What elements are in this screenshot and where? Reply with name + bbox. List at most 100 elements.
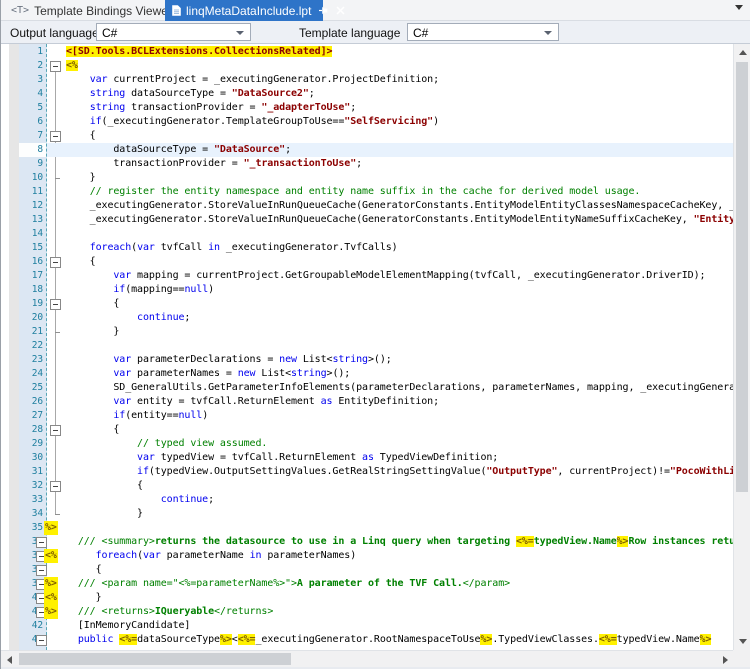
- scroll-left-icon[interactable]: [7, 656, 12, 664]
- code-line: 29 // typed view assumed.: [1, 437, 750, 451]
- template-bindings-icon: <T>: [11, 5, 30, 16]
- code-line: 25 SD_GeneralUtils.GetParameterInfoEleme…: [1, 381, 750, 395]
- code-editor[interactable]: 1 <[SD.Tools.BCLExtensions.CollectionsRel…: [1, 44, 750, 650]
- code-line: 6 if(_executingGenerator.TemplateGroupTo…: [1, 115, 750, 129]
- code-text: {: [66, 480, 143, 491]
- code-text: _executingGenerator.StoreValueInRunQueue…: [66, 214, 750, 225]
- line-number: 23: [31, 354, 43, 365]
- fold-toggle-icon[interactable]: [50, 61, 61, 72]
- fold-toggle-icon[interactable]: [50, 481, 61, 492]
- line-number: 20: [31, 312, 43, 323]
- fold-toggle-icon[interactable]: [36, 537, 47, 548]
- code-text: }: [66, 592, 102, 603]
- tab-label: linqMetaDataInclude.lpt: [186, 3, 312, 18]
- code-line: 5 string transactionProvider = "_adapter…: [1, 101, 750, 115]
- code-text: // typed view assumed.: [137, 438, 268, 449]
- code-line: 40<% }: [1, 591, 750, 605]
- code-line: 24 var parameterNames = new List<string>…: [1, 367, 750, 381]
- fold-toggle-icon[interactable]: [50, 131, 61, 142]
- output-language-select[interactable]: C#: [96, 23, 251, 41]
- code-line: 7 {: [1, 129, 750, 143]
- code-line: 36 /// <summary>returns the datasource t…: [1, 535, 750, 549]
- code-text: /// <param name="<%=parameterName%>">A p…: [77, 578, 511, 589]
- code-text: dataSourceType = "DataSource";: [66, 144, 291, 155]
- code-text: if(entity==null): [113, 410, 209, 421]
- code-text: if(typedView.OutputSettingValues.GetReal…: [137, 466, 747, 477]
- code-text: }: [66, 326, 120, 337]
- vertical-scrollbar-thumb[interactable]: [736, 62, 748, 492]
- code-line: 35 %>: [1, 521, 750, 535]
- fold-end-marker: [55, 332, 60, 333]
- tab-bar: <T> Template Bindings Viewer linqMetaDat…: [1, 0, 750, 21]
- line-number: 6: [37, 116, 43, 127]
- tab-overflow-dropdown-icon[interactable]: [735, 5, 743, 10]
- tab-label: Template Bindings Viewer: [34, 3, 172, 18]
- template-delimiter: %>: [44, 521, 58, 535]
- code-line: 43 public <%=dataSourceType%><<%=_execut…: [1, 633, 750, 647]
- code-line: 22: [1, 339, 750, 353]
- fold-toggle-icon[interactable]: [50, 257, 61, 268]
- template-delimiter: <%: [44, 549, 58, 563]
- horizontal-scrollbar-thumb[interactable]: [19, 653, 291, 665]
- line-number: 14: [31, 228, 43, 239]
- fold-toggle-icon[interactable]: [36, 565, 47, 576]
- code-text: foreach(var tvfCall in _executingGenerat…: [89, 242, 398, 253]
- code-text: /// <returns>IQueryable</returns>: [77, 606, 274, 617]
- scroll-right-icon[interactable]: [723, 656, 728, 664]
- code-line: 42 [InMemoryCandidate]: [1, 619, 750, 633]
- document-icon: [172, 5, 181, 16]
- line-number: 25: [31, 382, 43, 393]
- code-line: 17 var mapping = currentProject.GetGroup…: [1, 269, 750, 283]
- code-text: public <%=dataSourceType%><<%=_executing…: [77, 634, 712, 645]
- line-number: 9: [37, 158, 43, 169]
- code-text: foreach(var parameterName in parameterNa…: [95, 550, 357, 561]
- output-language-value: C#: [102, 26, 118, 40]
- code-text: var currentProject = _executingGenerator…: [89, 74, 440, 85]
- line-number: 29: [31, 438, 43, 449]
- template-language-select[interactable]: C#: [407, 23, 559, 41]
- code-line: 34 }: [1, 507, 750, 521]
- code-line: 30 var typedView = tvfCall.ReturnElement…: [1, 451, 750, 465]
- template-delimiter: %>: [44, 577, 58, 591]
- code-line: 8 dataSourceType = "DataSource";: [1, 143, 750, 157]
- code-line: 14: [1, 227, 750, 241]
- line-number: 33: [31, 494, 43, 505]
- code-text: transactionProvider = "_transactionToUse…: [66, 158, 363, 169]
- scroll-up-icon[interactable]: [739, 50, 747, 55]
- horizontal-scrollbar[interactable]: [1, 650, 734, 667]
- code-text: /// <summary>returns the datasource to u…: [77, 536, 750, 547]
- code-text: }: [66, 508, 143, 519]
- tab-template-bindings-viewer[interactable]: <T> Template Bindings Viewer: [3, 0, 172, 21]
- line-number: 13: [31, 214, 43, 225]
- pin-icon[interactable]: [318, 5, 329, 16]
- line-number: 34: [31, 508, 43, 519]
- fold-toggle-icon[interactable]: [50, 425, 61, 436]
- scroll-down-icon[interactable]: [739, 639, 747, 644]
- line-number: 4: [37, 88, 43, 99]
- line-number: 18: [31, 284, 43, 295]
- line-number: 3: [37, 74, 43, 85]
- line-number: 31: [31, 466, 43, 477]
- code-text: string dataSourceType = "DataSource2";: [89, 88, 315, 99]
- code-line: 4 string dataSourceType = "DataSource2";: [1, 87, 750, 101]
- line-number: 19: [31, 298, 43, 309]
- fold-toggle-icon[interactable]: [50, 299, 61, 310]
- vertical-scrollbar[interactable]: [733, 44, 750, 650]
- code-line: 32 {: [1, 479, 750, 493]
- fold-toggle-icon[interactable]: [36, 635, 47, 646]
- line-number: 2: [37, 60, 43, 71]
- code-text: // register the entity namespace and ent…: [89, 186, 641, 197]
- code-line: 19 {: [1, 297, 750, 311]
- line-number: 21: [31, 326, 43, 337]
- code-text: var parameterNames = new List<string>();: [113, 368, 351, 379]
- code-line: 27 if(entity==null): [1, 409, 750, 423]
- code-text: SD_GeneralUtils.GetParameterInfoElements…: [66, 382, 750, 393]
- code-line: 2 <%: [1, 59, 750, 73]
- code-line: 3 var currentProject = _executingGenerat…: [1, 73, 750, 87]
- code-line: 13 _executingGenerator.StoreValueInRunQu…: [1, 213, 750, 227]
- close-icon[interactable]: [336, 6, 345, 15]
- code-line: 20 continue;: [1, 311, 750, 325]
- tab-linqmetadatainclude[interactable]: linqMetaDataInclude.lpt: [165, 0, 345, 21]
- code-line: 26 var entity = tvfCall.ReturnElement as…: [1, 395, 750, 409]
- line-number: 30: [31, 452, 43, 463]
